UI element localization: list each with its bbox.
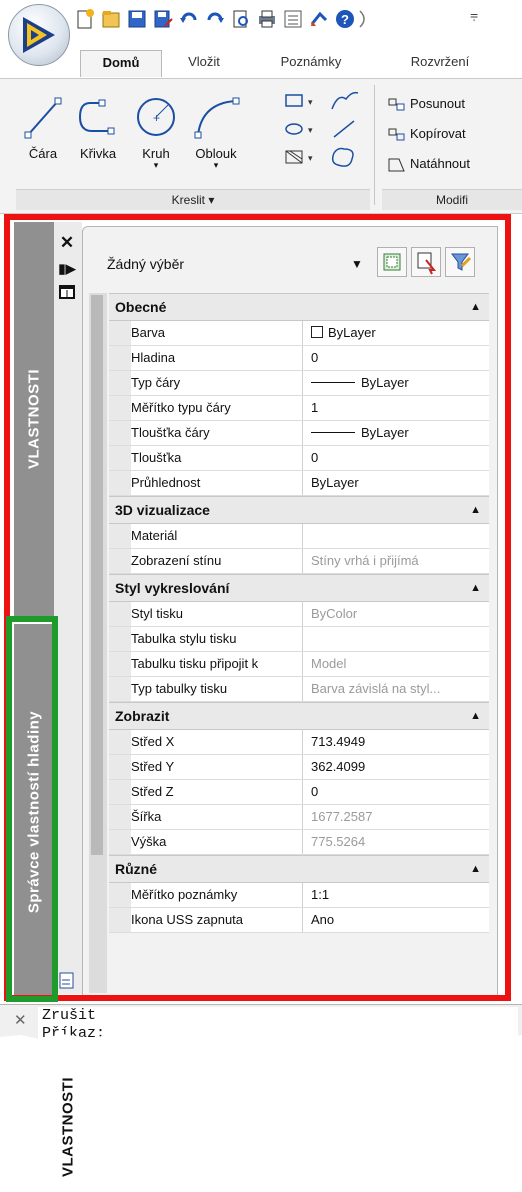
application-menu-button[interactable] <box>8 4 70 66</box>
open-file-icon[interactable] <box>100 8 122 30</box>
arc-dropdown-arrow-icon[interactable]: ▾ <box>186 161 246 170</box>
properties-toolbar-icon[interactable] <box>282 8 304 30</box>
torn-edge <box>0 1033 522 1049</box>
command-line: ✕ Zrušit Příkaz: <box>0 1004 522 1049</box>
qat-customize-dropdown[interactable]: ⩦ <box>470 6 478 23</box>
match-properties-icon[interactable] <box>308 8 330 30</box>
svg-text:▾: ▾ <box>308 153 313 163</box>
polyline-tool-label: Křivka <box>79 146 117 161</box>
move-label: Posunout <box>410 96 465 111</box>
tab-annotate[interactable]: Poznámky <box>266 50 356 76</box>
redo-icon[interactable] <box>204 8 226 30</box>
svg-text:▾: ▾ <box>308 125 313 135</box>
line-tool-label: Čára <box>28 146 58 161</box>
stretch-icon <box>388 158 405 172</box>
svg-text:▾: ▾ <box>308 97 313 107</box>
quick-access-toolbar: ? <box>70 6 470 36</box>
command-history-line: Zrušit <box>42 1007 97 1024</box>
circle-tool-button[interactable]: + Kruh ▾ <box>132 95 180 170</box>
move-icon <box>388 98 405 111</box>
arc-icon <box>194 97 240 139</box>
draw-panel-title[interactable]: Kreslit ▾ <box>16 189 370 210</box>
save-icon[interactable] <box>126 8 148 30</box>
draw-panel: Čára Křivka + Kruh ▾ Oblouk ▾ ▾ ▾ ▾ Kres… <box>16 85 370 211</box>
palette-title-label: VLASTNOSTI <box>59 1076 77 1178</box>
arc-tool-label: Oblouk <box>195 146 237 161</box>
stretch-label: Natáhnout <box>410 156 470 171</box>
save-as-icon[interactable] <box>152 8 174 30</box>
copy-icon <box>388 128 405 141</box>
modify-panel-title[interactable]: Modifi <box>382 189 522 210</box>
ribbon: Čára Křivka + Kruh ▾ Oblouk ▾ ▾ ▾ ▾ Kres… <box>0 78 522 214</box>
small-draw-tools[interactable]: ▾ ▾ ▾ <box>282 89 372 181</box>
qat-expand-icon[interactable] <box>358 8 370 30</box>
tab-layout[interactable]: Rozvržení <box>390 50 490 76</box>
circle-icon: + <box>137 98 175 136</box>
layer-manager-highlight-frame <box>6 616 58 1002</box>
svg-text:?: ? <box>341 12 349 27</box>
copy-label: Kopírovat <box>410 126 466 141</box>
modify-panel: Posunout Kopírovat Natáhnout Modifi <box>382 85 522 211</box>
help-icon[interactable]: ? <box>334 8 356 30</box>
move-button[interactable]: Posunout <box>388 93 465 115</box>
svg-text:+: + <box>153 111 160 125</box>
line-tool-button[interactable]: Čára <box>22 95 64 161</box>
polyline-tool-button[interactable]: Křivka <box>72 95 124 161</box>
panel-divider <box>374 85 375 205</box>
tab-home[interactable]: Domů <box>80 50 162 77</box>
circle-dropdown-arrow-icon[interactable]: ▾ <box>132 161 180 170</box>
circle-tool-label: Kruh <box>142 146 170 161</box>
undo-icon[interactable] <box>178 8 200 30</box>
print-icon[interactable] <box>256 8 278 30</box>
copy-button[interactable]: Kopírovat <box>388 123 466 145</box>
palette-title: VLASTNOSTI <box>46 1062 90 1192</box>
ribbon-tabs: Domů Vložit Poznámky Rozvržení <box>70 50 522 78</box>
line-icon <box>24 97 62 139</box>
arc-tool-button[interactable]: Oblouk ▾ <box>186 95 246 170</box>
tab-insert[interactable]: Vložit <box>174 50 234 76</box>
print-preview-icon[interactable] <box>230 8 252 30</box>
properties-highlight-frame <box>4 214 511 1001</box>
stretch-button[interactable]: Natáhnout <box>388 153 470 175</box>
polyline-icon <box>78 99 115 135</box>
app-logo-icon <box>23 17 55 53</box>
new-file-icon[interactable] <box>74 8 96 30</box>
